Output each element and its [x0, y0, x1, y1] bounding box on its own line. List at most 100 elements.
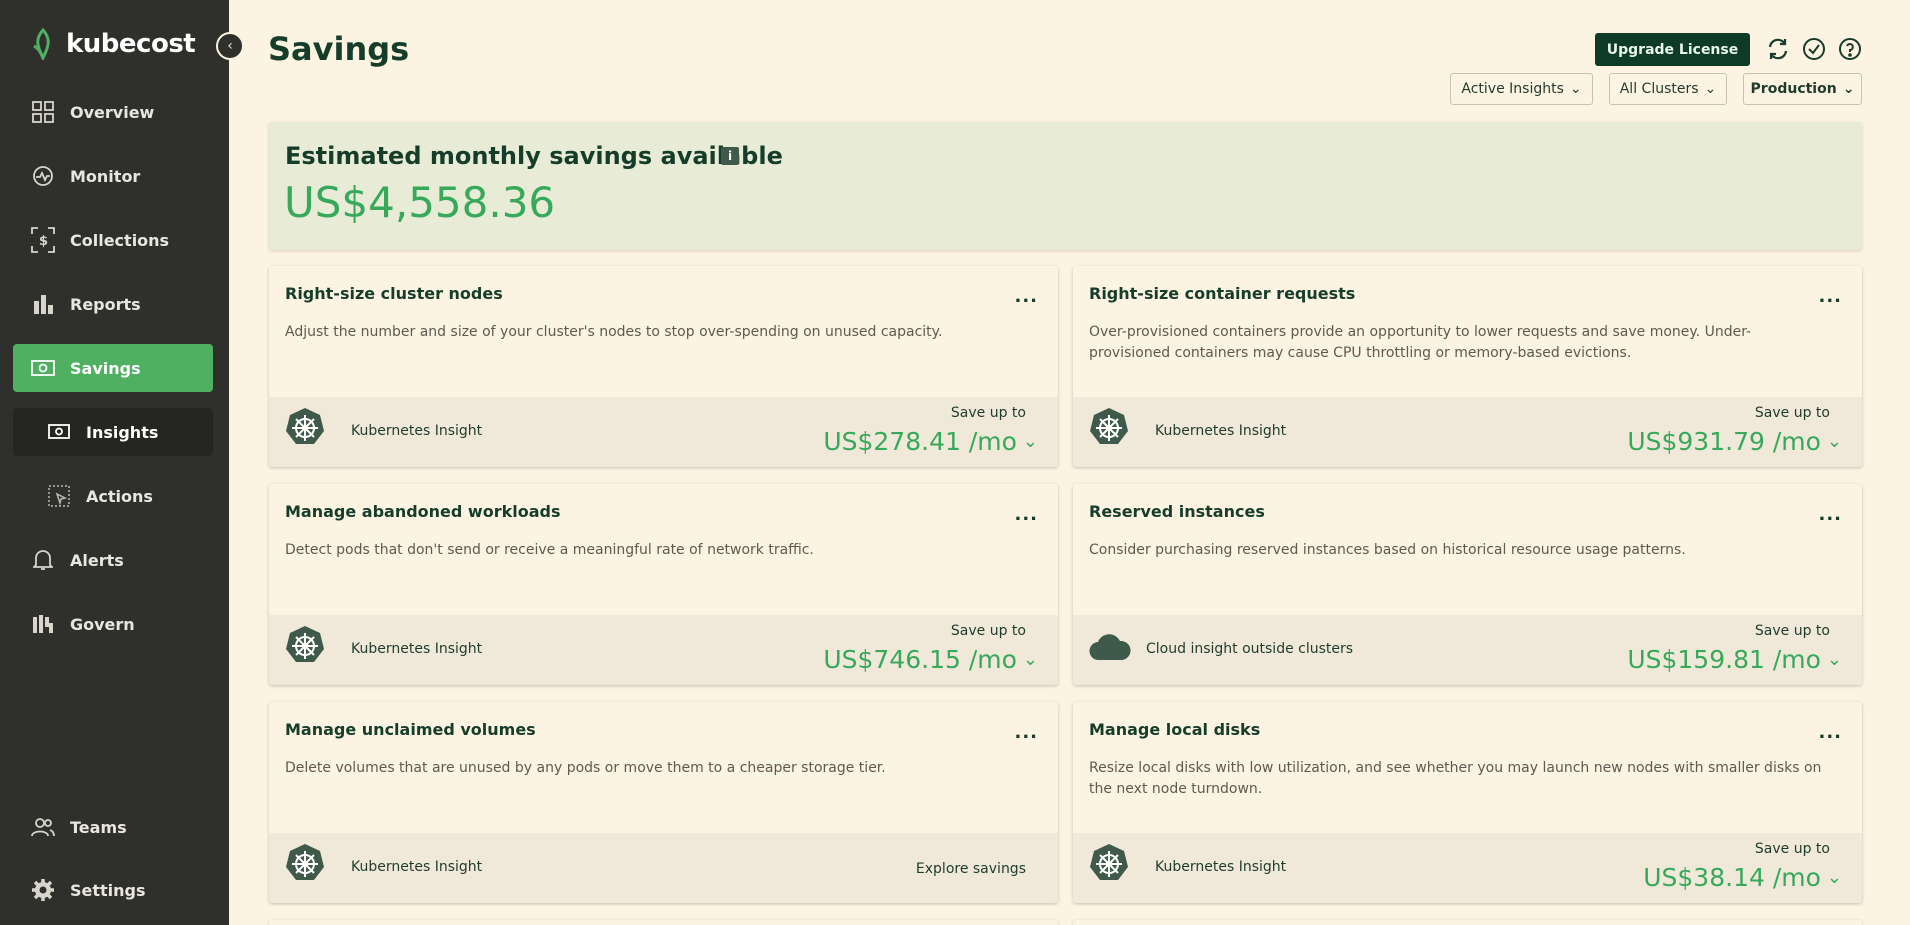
check-circle-icon[interactable]: [1801, 36, 1827, 62]
sidebar-item-insights[interactable]: Insights: [13, 408, 213, 456]
insight-card-abandoned-workloads[interactable]: Manage abandoned workloads ... Detect po…: [269, 484, 1058, 685]
info-icon[interactable]: i: [721, 147, 739, 165]
more-options-icon[interactable]: ...: [1818, 722, 1842, 743]
help-icon[interactable]: [1837, 36, 1863, 62]
gear-icon: [30, 877, 56, 903]
insight-card-local-disks[interactable]: Manage local disks ... Resize local disk…: [1073, 702, 1862, 903]
amount-value: US$746.15 /mo: [823, 645, 1017, 674]
logo[interactable]: kubecost: [30, 28, 196, 60]
savings-amount[interactable]: US$278.41 /mo ⌄: [823, 427, 1038, 456]
card-description: Detect pods that don't send or receive a…: [285, 542, 814, 558]
sidebar-item-overview[interactable]: Overview: [13, 88, 213, 136]
summary-title: Estimated monthly savings available: [285, 142, 783, 170]
amount-value: US$278.41 /mo: [823, 427, 1017, 456]
save-up-label: Save up to: [1754, 841, 1830, 857]
monitor-icon: [30, 163, 56, 189]
sidebar-item-actions[interactable]: Actions: [13, 472, 213, 520]
card-footer: Kubernetes Insight Save up to US$746.15 …: [269, 615, 1058, 685]
card-title: Manage abandoned workloads: [285, 502, 561, 521]
more-options-icon[interactable]: ...: [1818, 286, 1842, 307]
chevron-left-icon: ‹: [227, 38, 233, 54]
clusters-filter[interactable]: All Clusters ⌄: [1609, 73, 1727, 105]
sidebar-item-label: Monitor: [70, 166, 141, 186]
kubernetes-icon: [286, 844, 324, 880]
summary-value: US$4,558.36: [284, 178, 556, 227]
sidebar-item-reports[interactable]: Reports: [13, 280, 213, 328]
insight-type: Kubernetes Insight: [351, 423, 483, 439]
sidebar-item-label: Alerts: [70, 550, 124, 570]
savings-amount[interactable]: US$746.15 /mo ⌄: [823, 645, 1038, 674]
sidebar-item-monitor[interactable]: Monitor: [13, 152, 213, 200]
more-options-icon[interactable]: ...: [1014, 504, 1038, 525]
govern-icon: [30, 611, 56, 637]
savings-summary: Estimated monthly savings available i US…: [269, 122, 1862, 250]
insight-type: Cloud insight outside clusters: [1146, 641, 1354, 657]
amount-value: US$931.79 /mo: [1627, 427, 1821, 456]
insight-type: Kubernetes Insight: [351, 859, 483, 875]
insights-icon: [46, 419, 72, 445]
collapse-sidebar-button[interactable]: ‹: [216, 32, 244, 60]
sidebar-item-label: Settings: [70, 880, 146, 900]
sidebar-item-alerts[interactable]: Alerts: [13, 536, 213, 584]
cloud-icon: [1089, 634, 1131, 661]
kubernetes-icon: [1090, 408, 1128, 444]
card-description: Adjust the number and size of your clust…: [285, 324, 943, 340]
savings-amount[interactable]: US$931.79 /mo ⌄: [1627, 427, 1842, 456]
sidebar-item-label: Overview: [70, 102, 155, 122]
sidebar-item-savings[interactable]: Savings: [13, 344, 213, 392]
insight-card-right-size-containers[interactable]: Right-size container requests ... Over-p…: [1073, 266, 1862, 467]
chevron-down-icon: ⌄: [1842, 81, 1855, 97]
explore-savings-link[interactable]: Explore savings: [916, 861, 1026, 877]
bell-icon: [30, 547, 56, 573]
card-footer: Kubernetes Insight Explore savings: [269, 833, 1058, 903]
chevron-down-icon: ⌄: [1022, 431, 1038, 452]
card-footer: Cloud insight outside clusters Save up t…: [1073, 615, 1862, 685]
filter-label: Active Insights: [1461, 81, 1564, 97]
save-up-label: Save up to: [950, 623, 1026, 639]
sidebar-item-settings[interactable]: Settings: [13, 866, 213, 914]
chevron-down-icon: ⌄: [1022, 649, 1038, 670]
card-description: Over-provisioned containers provide an o…: [1089, 324, 1752, 361]
more-options-icon[interactable]: ...: [1014, 722, 1038, 743]
sidebar-item-label: Actions: [86, 486, 153, 506]
insight-card-partial[interactable]: [269, 920, 1058, 925]
environment-filter[interactable]: Production ⌄: [1743, 73, 1862, 105]
card-footer: Kubernetes Insight Save up to US$38.14 /…: [1073, 833, 1862, 903]
more-options-icon[interactable]: ...: [1818, 504, 1842, 525]
sidebar-item-label: Insights: [86, 422, 159, 442]
kubecost-logo-icon: [33, 28, 50, 60]
kubernetes-icon: [1090, 844, 1128, 880]
insight-card-reserved-instances[interactable]: Reserved instances ... Consider purchasi…: [1073, 484, 1862, 685]
insight-type: Kubernetes Insight: [1155, 423, 1287, 439]
sidebar-item-teams[interactable]: Teams: [13, 803, 213, 851]
upgrade-license-button[interactable]: Upgrade License: [1595, 33, 1750, 66]
app-name: kubecost: [66, 29, 196, 59]
savings-amount[interactable]: US$159.81 /mo ⌄: [1627, 645, 1842, 674]
save-up-label: Save up to: [1754, 405, 1830, 421]
savings-amount[interactable]: US$38.14 /mo ⌄: [1643, 863, 1842, 892]
savings-icon: [30, 355, 56, 381]
active-insights-filter[interactable]: Active Insights ⌄: [1450, 73, 1593, 105]
sidebar-item-collections[interactable]: $ Collections: [13, 216, 213, 264]
insight-card-unclaimed-volumes[interactable]: Manage unclaimed volumes ... Delete volu…: [269, 702, 1058, 903]
sidebar-item-label: Collections: [70, 230, 170, 250]
sidebar-item-label: Teams: [70, 817, 127, 837]
card-title: Manage unclaimed volumes: [285, 720, 536, 739]
insight-card-right-size-nodes[interactable]: Right-size cluster nodes ... Adjust the …: [269, 266, 1058, 467]
kubernetes-icon: [286, 408, 324, 444]
sidebar-item-govern[interactable]: Govern: [13, 600, 213, 648]
insight-card-partial[interactable]: [1073, 920, 1862, 925]
card-title: Right-size cluster nodes: [285, 284, 503, 303]
more-options-icon[interactable]: ...: [1014, 286, 1038, 307]
sidebar-item-label: Reports: [70, 294, 141, 314]
collections-icon: $: [30, 227, 56, 253]
chevron-down-icon: ⌄: [1704, 81, 1717, 97]
filter-label: Production: [1750, 81, 1837, 97]
kubernetes-icon: [286, 626, 324, 662]
card-description: Delete volumes that are unused by any po…: [285, 760, 886, 776]
card-title: Reserved instances: [1089, 502, 1265, 521]
refresh-icon[interactable]: [1765, 36, 1791, 62]
teams-icon: [30, 814, 56, 840]
actions-icon: [46, 483, 72, 509]
card-description: Resize local disks with low utilization,…: [1089, 760, 1822, 797]
